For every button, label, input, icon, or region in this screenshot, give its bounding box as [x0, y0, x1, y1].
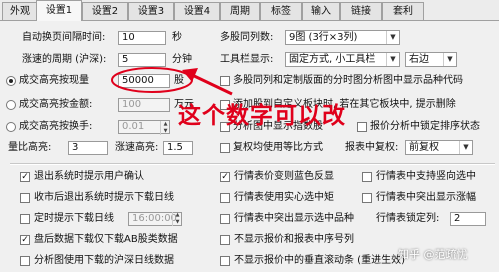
ratio-label: 量比高亮:: [8, 142, 52, 153]
vertical-select-checkbox[interactable]: [362, 172, 372, 182]
highlight-change-label: 行情表中突出显示涨幅: [376, 192, 476, 203]
auto-refresh-label: 自动换页间隔时间:: [22, 32, 106, 43]
lock-cols-label: 行情表锁定列:: [376, 213, 440, 224]
speed-label: 涨速高亮:: [115, 142, 159, 153]
vol-highlight-radio[interactable]: [6, 76, 16, 86]
prompt-download-label: 收市后退出系统时提示下载日线: [34, 192, 174, 203]
chevron-down-icon: ▼: [459, 141, 472, 154]
toolbar-position-select[interactable]: 右边 ▼: [405, 52, 457, 67]
ratio-adjust-label: 复权均使用等比方式: [233, 142, 323, 153]
highlight-selected-label: 行情表中突出显示选中品种: [234, 213, 354, 224]
ratio-input[interactable]: 3: [68, 141, 108, 155]
amt-highlight-radio[interactable]: [6, 100, 16, 110]
use-daily-checkbox[interactable]: [20, 256, 30, 266]
timed-download-checkbox[interactable]: [20, 214, 30, 224]
lock-sort-label: 报价分析中锁定排序状态: [370, 121, 480, 132]
toolbar-position-value: 右边: [409, 54, 429, 65]
multi-period-label: 多股同列数:: [220, 32, 274, 43]
ab-only-checkbox[interactable]: ✓: [20, 235, 30, 245]
hide-index-col-label: 不显示报价和报表中序号列: [234, 234, 354, 245]
exit-confirm-label: 退出系统时提示用户确认: [34, 171, 144, 182]
vertical-select-label: 行情表中支持竖向选中: [376, 171, 476, 182]
tab-settings-2[interactable]: 设置2: [82, 2, 128, 20]
price-blue-checkbox[interactable]: ✓: [220, 172, 230, 182]
highlight-change-checkbox[interactable]: [362, 193, 372, 203]
tab-labels[interactable]: 标签: [260, 2, 302, 20]
tab-input[interactable]: 输入: [302, 2, 340, 20]
multi-period-select[interactable]: 9图 (3行×3列) ▼: [285, 30, 400, 45]
chevron-down-icon: ▼: [443, 53, 456, 66]
solid-select-checkbox[interactable]: [220, 193, 230, 203]
chevron-down-icon: ▼: [386, 53, 399, 66]
toolbar-select[interactable]: 固定方式, 小工具栏 ▼: [285, 52, 400, 67]
report-adjust-select[interactable]: 前复权 ▼: [405, 140, 473, 155]
tab-arbitrage[interactable]: 套利: [382, 2, 424, 20]
timed-download-label: 定时提示下载日线: [34, 213, 114, 224]
tab-bar: 外观 设置1 设置2 设置3 设置4 周期 标签 输入 链接 套利: [0, 0, 499, 21]
tab-settings-1[interactable]: 设置1: [36, 0, 82, 21]
section-divider: [10, 163, 495, 165]
prompt-download-checkbox[interactable]: [20, 193, 30, 203]
amt-highlight-label: 成交高亮按金额:: [19, 99, 93, 110]
watermark: 知乎 @范疏忧: [398, 248, 468, 261]
price-blue-label: 行情表价变则蓝色反显: [234, 171, 334, 182]
tab-settings-4[interactable]: 设置4: [174, 2, 220, 20]
ratio-adjust-checkbox[interactable]: [220, 143, 230, 153]
tab-period[interactable]: 周期: [220, 2, 260, 20]
annotation-arrow: [182, 68, 233, 96]
hide-index-col-checkbox[interactable]: [220, 235, 230, 245]
chevron-down-icon: ▼: [386, 31, 399, 44]
auto-refresh-unit: 秒: [172, 32, 182, 43]
spin-arrows-icon[interactable]: ▲ ▼: [172, 212, 182, 226]
multi-period-value: 9图 (3行×3列): [289, 32, 358, 43]
lock-cols-input[interactable]: 2: [450, 212, 486, 226]
turnover-highlight-radio[interactable]: [6, 122, 16, 132]
hide-scrollbar-checkbox[interactable]: [220, 256, 230, 266]
use-daily-label: 分析图使用下载的沪深日线数据: [34, 255, 174, 266]
toolbar-value: 固定方式, 小工具栏: [289, 54, 376, 65]
turnover-highlight-label: 成交高亮按换手:: [19, 121, 93, 132]
highlight-selected-checkbox[interactable]: [220, 214, 230, 224]
tab-appearance[interactable]: 外观: [2, 2, 38, 20]
spin-arrows-icon[interactable]: ▲ ▼: [160, 121, 170, 135]
auto-refresh-input[interactable]: 10: [118, 31, 166, 45]
period-label: 涨速的周期 (沪深):: [22, 54, 107, 65]
exit-confirm-checkbox[interactable]: ✓: [20, 172, 30, 182]
vol-highlight-label: 成交高亮按现量: [19, 75, 89, 86]
ab-only-label: 盘后数据下载仅下载AB股类数据: [34, 234, 178, 245]
tab-settings-3[interactable]: 设置3: [128, 2, 174, 20]
report-adjust-value: 前复权: [409, 142, 439, 153]
lock-sort-checkbox[interactable]: [357, 122, 367, 132]
speed-input[interactable]: 1.5: [163, 141, 193, 155]
annotation-text: 这个数字可以改: [178, 103, 346, 129]
amt-highlight-input[interactable]: 100: [118, 98, 170, 112]
show-code-label: 多股同列和定制版面的分时图分析图中显示品种代码: [233, 75, 463, 86]
hide-scrollbar-label: 不显示报价中的垂直滚动条 (重进生效): [234, 255, 405, 266]
solid-select-label: 行情表使用实心选中矩: [234, 192, 334, 203]
report-adjust-label: 报表中复权:: [345, 142, 399, 153]
tab-links[interactable]: 链接: [340, 2, 382, 20]
